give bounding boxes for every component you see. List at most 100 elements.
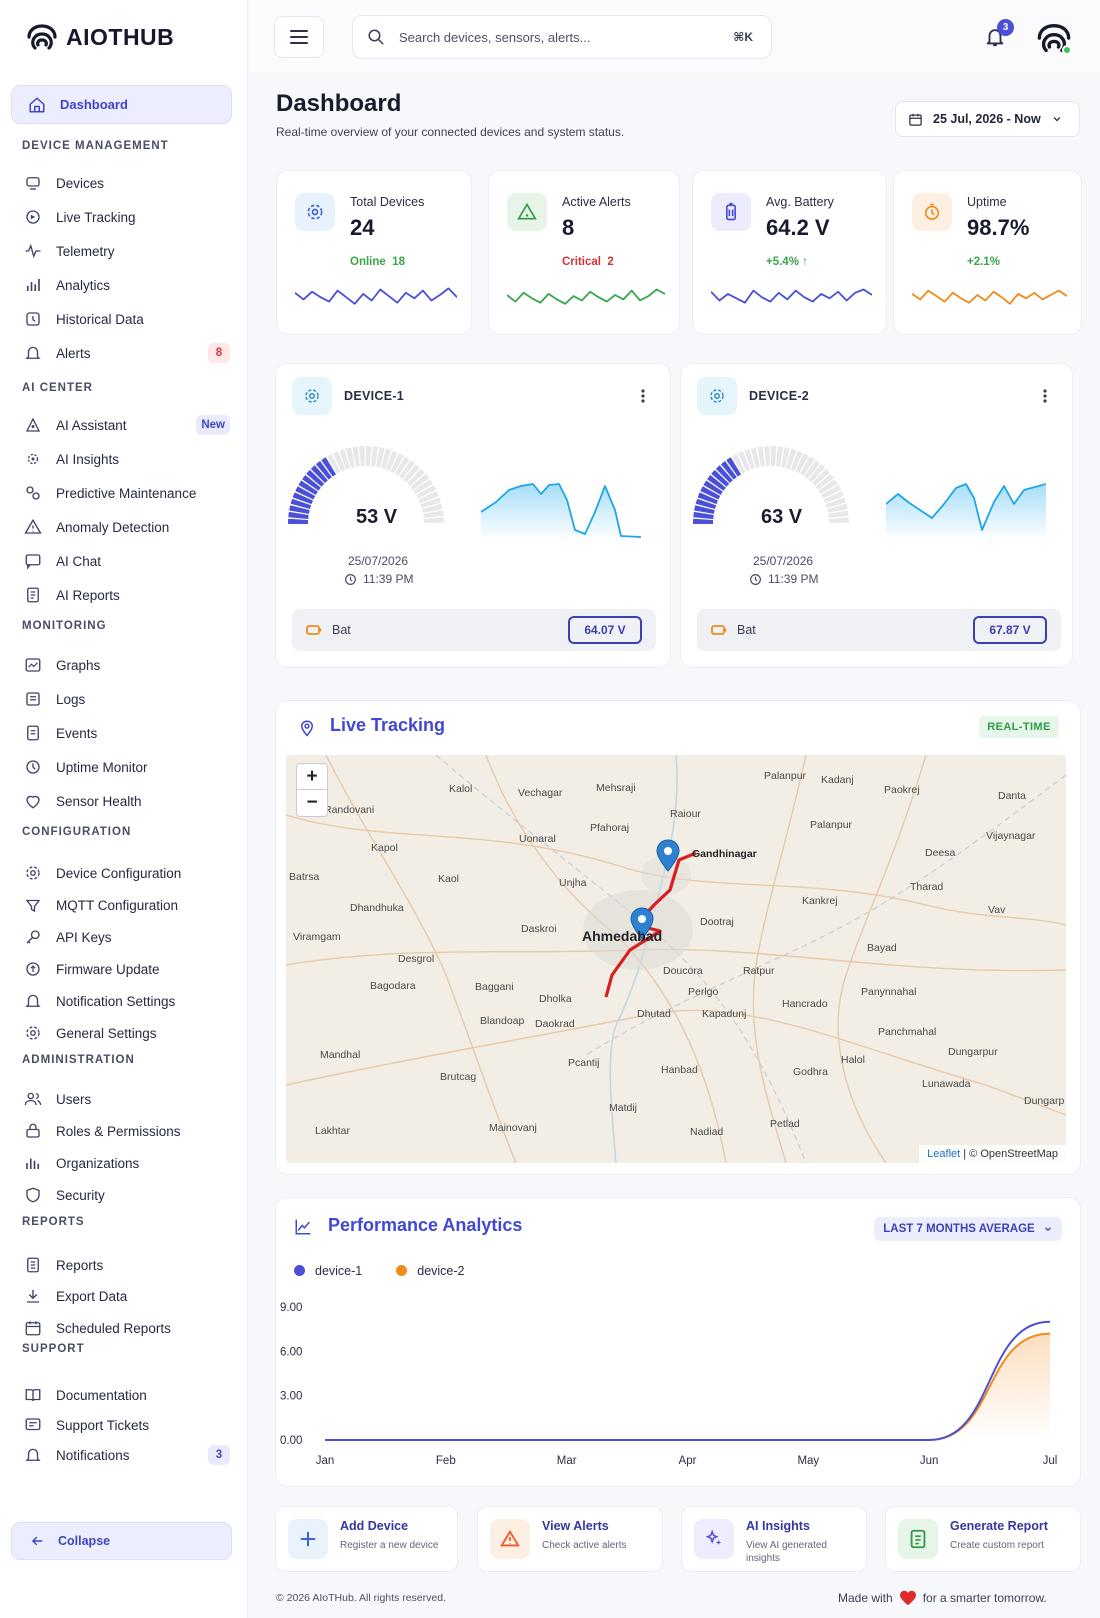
sidebar-item-label: API Keys bbox=[56, 929, 112, 945]
sidebar-item-anomaly-detection[interactable]: Anomaly Detection bbox=[24, 514, 230, 540]
sidebar-item-label: General Settings bbox=[56, 1025, 157, 1041]
sidebar-item-predictive-maintenance[interactable]: Predictive Maintenance bbox=[24, 480, 230, 506]
sidebar-item-uptime-monitor[interactable]: Uptime Monitor bbox=[24, 754, 230, 780]
sidebar-item-logs[interactable]: Logs bbox=[24, 686, 230, 712]
quick-action-view-alerts[interactable]: View Alerts Check active alerts bbox=[477, 1506, 663, 1572]
leaflet-link[interactable]: Leaflet bbox=[927, 1148, 960, 1160]
stat-icon-box bbox=[295, 193, 335, 231]
battery-value[interactable]: 64.07 V bbox=[568, 616, 642, 644]
zoom-in-button[interactable]: + bbox=[297, 764, 327, 790]
sidebar-item-users[interactable]: Users bbox=[24, 1086, 230, 1112]
sidebar-item-security[interactable]: Security bbox=[24, 1182, 230, 1208]
sidebar-item-ai-assistant[interactable]: AI Assistant New bbox=[24, 412, 230, 438]
map-place-label: Hancrado bbox=[782, 998, 828, 1010]
map-place-label: Perlgo bbox=[688, 986, 719, 998]
legend-item-device-2[interactable]: device-2 bbox=[396, 1264, 465, 1278]
stat-card-active-alerts[interactable]: Active Alerts 8 Critical 2 bbox=[488, 170, 680, 335]
stat-card-avg-battery[interactable]: Avg. Battery 64.2 V +5.4% ↑ bbox=[692, 170, 887, 335]
sidebar-item-telemetry[interactable]: Telemetry bbox=[24, 238, 230, 264]
device-card-device-1[interactable]: DEVICE-1 53 V 25/07/2026 11:39 PM Bat 64… bbox=[275, 363, 671, 668]
sparkles-icon bbox=[705, 1529, 722, 1546]
stat-label: Total Devices bbox=[350, 195, 425, 209]
app-logo[interactable]: AIOTHUB bbox=[26, 22, 174, 52]
sidebar-item-label: Events bbox=[56, 725, 98, 741]
map-place-label: Dungarp bbox=[1024, 1095, 1064, 1107]
map-place-label: Matdij bbox=[609, 1102, 637, 1114]
sidebar-item-analytics[interactable]: Analytics bbox=[24, 272, 230, 298]
quick-action-generate-report[interactable]: Generate Report Create custom report bbox=[885, 1506, 1081, 1572]
stat-sub-value: 18 bbox=[392, 256, 405, 268]
sidebar-item-documentation[interactable]: Documentation bbox=[24, 1382, 230, 1408]
stat-value: 8 bbox=[562, 215, 575, 240]
more-vertical-icon[interactable] bbox=[640, 388, 646, 404]
sidebar-item-roles-and-permissions[interactable]: Roles & Permissions bbox=[24, 1118, 230, 1144]
stat-card-uptime[interactable]: Uptime 98.7% +2.1% bbox=[893, 170, 1082, 335]
search-box[interactable]: Search devices, sensors, alerts... ⌘K bbox=[352, 15, 772, 59]
reading-time-value: 11:39 PM bbox=[768, 572, 819, 586]
gauge-value: 63 V bbox=[761, 506, 803, 528]
quick-action-add-device[interactable]: Add Device Register a new device bbox=[275, 1506, 458, 1572]
sidebar-item-events[interactable]: Events bbox=[24, 720, 230, 746]
anomaly-detection-icon bbox=[24, 518, 42, 534]
arrow-up-icon: ↑ bbox=[802, 256, 808, 268]
sidebar-item-label: Notifications bbox=[56, 1447, 130, 1463]
sidebar-item-ai-chat[interactable]: AI Chat bbox=[24, 548, 230, 574]
calendar-icon bbox=[909, 113, 922, 126]
page-subtitle: Real-time overview of your connected dev… bbox=[276, 125, 625, 139]
collapse-button[interactable]: Collapse bbox=[11, 1522, 232, 1560]
stat-card-total-devices[interactable]: Total Devices 24 Online 18 bbox=[276, 170, 472, 335]
series-area-device-2 bbox=[325, 1333, 1050, 1440]
device-icon-box bbox=[292, 377, 332, 415]
sidebar-item-ai-insights[interactable]: AI Insights bbox=[24, 446, 230, 472]
quick-action-ai-insights[interactable]: AI Insights View AI generated insights bbox=[681, 1506, 867, 1572]
sidebar-item-mqtt-configuration[interactable]: MQTT Configuration bbox=[24, 892, 230, 918]
sidebar-item-ai-reports[interactable]: AI Reports bbox=[24, 582, 230, 608]
device-name: DEVICE-1 bbox=[344, 389, 405, 403]
sidebar-item-reports[interactable]: Reports bbox=[24, 1252, 230, 1278]
sidebar-item-api-keys[interactable]: API Keys bbox=[24, 924, 230, 950]
devices-icon bbox=[26, 177, 40, 190]
sidebar-item-historical-data[interactable]: Historical Data bbox=[24, 306, 230, 332]
live-tracking-icon bbox=[26, 210, 40, 224]
sidebar-item-firmware-update[interactable]: Firmware Update bbox=[24, 956, 230, 982]
menu-toggle-button[interactable] bbox=[274, 16, 324, 58]
footer-made-with: Made with bbox=[838, 1591, 893, 1605]
users-icon bbox=[24, 1092, 42, 1106]
zoom-out-button[interactable]: − bbox=[297, 790, 327, 816]
sidebar-item-notifications[interactable]: Notifications 3 bbox=[24, 1442, 230, 1468]
sidebar-item-alerts[interactable]: Alerts 8 bbox=[24, 340, 230, 366]
search-input[interactable]: Search devices, sensors, alerts... bbox=[399, 30, 590, 45]
sidebar-item-dashboard[interactable]: Dashboard bbox=[11, 85, 232, 124]
map-place-label: Viramgam bbox=[293, 931, 341, 943]
sidebar-item-live-tracking[interactable]: Live Tracking bbox=[24, 204, 230, 230]
zoom-control[interactable]: + − bbox=[296, 763, 328, 817]
sidebar-item-device-configuration[interactable]: Device Configuration bbox=[24, 860, 230, 886]
sidebar-item-export-data[interactable]: Export Data bbox=[24, 1283, 230, 1309]
y-tick-label: 0.00 bbox=[280, 1435, 302, 1447]
sidebar-item-devices[interactable]: Devices bbox=[24, 170, 230, 196]
sidebar-item-label: Users bbox=[56, 1091, 92, 1107]
period-filter-dropdown[interactable]: LAST 7 MONTHS AVERAGE bbox=[874, 1217, 1062, 1241]
more-vertical-icon[interactable] bbox=[1042, 388, 1048, 404]
battery-value[interactable]: 67.87 V bbox=[973, 616, 1047, 644]
map-place-label: Tharad bbox=[910, 881, 943, 893]
support-tickets-icon bbox=[25, 1418, 41, 1431]
map-tiles[interactable]: Palanpur Kadanj Paokrej Danta Kalol Vechagar M… bbox=[286, 755, 1066, 1163]
device-card-device-2[interactable]: DEVICE-2 63 V 25/07/2026 11:39 PM Bat 67… bbox=[680, 363, 1073, 668]
sidebar-item-label: Security bbox=[56, 1187, 105, 1203]
sidebar-item-graphs[interactable]: Graphs bbox=[24, 652, 230, 678]
performance-chart: 0.00 3.00 6.00 9.00 Jan Feb Mar Apr May Jun Jul bbox=[280, 1302, 1057, 1467]
sidebar-item-support-tickets[interactable]: Support Tickets bbox=[24, 1412, 230, 1438]
device-configuration-icon bbox=[26, 866, 40, 880]
map-view[interactable]: Palanpur Kadanj Paokrej Danta Kalol Vechagar M… bbox=[286, 755, 1066, 1163]
sidebar-section-title: SUPPORT bbox=[22, 1343, 85, 1355]
legend-item-device-1[interactable]: device-1 bbox=[294, 1264, 362, 1278]
device-trend-chart bbox=[886, 483, 1046, 540]
sidebar-item-organizations[interactable]: Organizations bbox=[24, 1150, 230, 1176]
date-range-picker[interactable]: 25 Jul, 2026 - Now bbox=[895, 101, 1080, 137]
stat-icon-box bbox=[912, 193, 952, 231]
sidebar-item-general-settings[interactable]: General Settings bbox=[24, 1020, 230, 1046]
sidebar-item-notification-settings[interactable]: Notification Settings bbox=[24, 988, 230, 1014]
sidebar-item-scheduled-reports[interactable]: Scheduled Reports bbox=[24, 1315, 230, 1341]
sidebar-item-sensor-health[interactable]: Sensor Health bbox=[24, 788, 230, 814]
